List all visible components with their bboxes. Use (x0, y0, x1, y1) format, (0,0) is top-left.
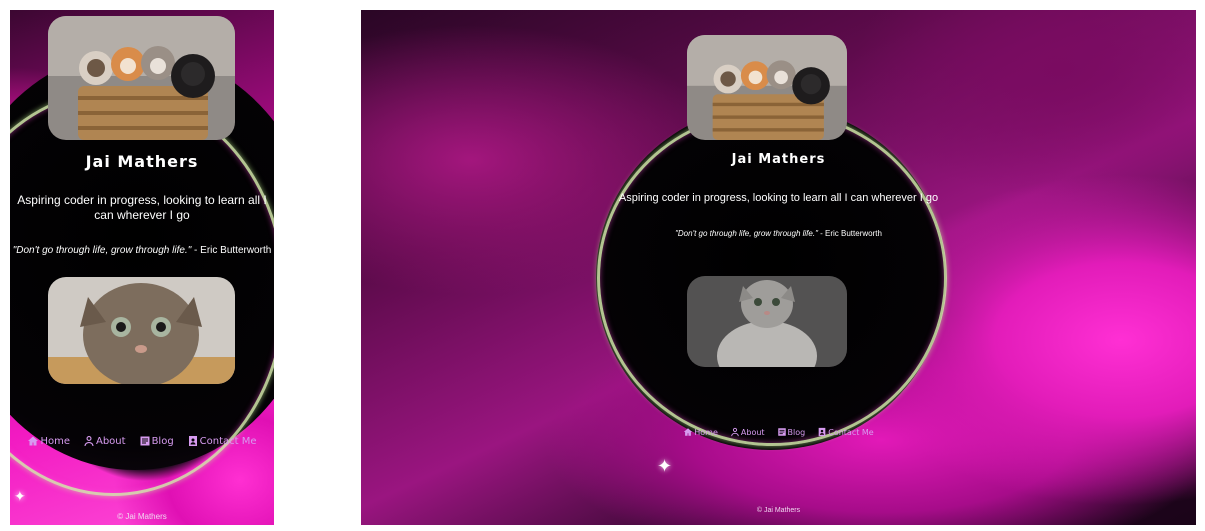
main-nav: Home About Blog Contact Me (10, 435, 274, 447)
nav-item-home[interactable]: Home (683, 427, 718, 437)
nav-item-home[interactable]: Home (27, 435, 70, 447)
kitten-grey-photo (687, 276, 847, 367)
mobile-view: ✦ Jai Mathers Aspiring coder in progress… (10, 10, 274, 525)
kitten-closeup-photo (48, 277, 235, 384)
footer-copyright: © Jai Mathers (117, 512, 167, 521)
profile-quote: "Don't go through life, grow through lif… (10, 245, 274, 256)
profile-bio: Aspiring coder in progress, looking to l… (618, 192, 939, 204)
nav-item-blog[interactable]: Blog (777, 427, 806, 437)
profile-name: Jai Mathers (85, 152, 199, 171)
nav-label: Blog (151, 435, 174, 447)
user-icon (731, 427, 739, 437)
blog-icon (140, 436, 150, 446)
sparkle-decoration: ✦ (657, 456, 673, 477)
nav-label: Home (694, 427, 718, 437)
desktop-view: ✦ Jai Mathers Aspiring coder in progress… (361, 10, 1196, 525)
nav-label: Contact Me (828, 427, 874, 437)
nav-item-about[interactable]: About (730, 427, 765, 437)
main-nav: Home About Blog Contact Me (361, 427, 1196, 437)
kittens-basket-photo (48, 16, 235, 140)
quote-text: "Don't go through life, grow through lif… (675, 229, 818, 238)
footer-copyright: © Jai Mathers (756, 507, 801, 514)
home-icon (28, 436, 39, 446)
nav-label: Blog (787, 427, 806, 437)
blog-icon (777, 428, 786, 436)
nav-label: Home (40, 435, 70, 447)
kittens-basket-photo (687, 35, 847, 140)
nav-label: About (95, 435, 126, 447)
profile-name: Jai Mathers (731, 152, 826, 167)
profile-quote: "Don't go through life, grow through lif… (361, 229, 1196, 238)
contact-icon (188, 436, 197, 446)
nav-item-contact[interactable]: Contact Me (817, 427, 874, 437)
quote-author: - Eric Butterworth (817, 229, 882, 238)
quote-author: - Eric Butterworth (191, 245, 272, 256)
profile-bio: Aspiring coder in progress, looking to l… (17, 193, 267, 222)
contact-icon (818, 427, 826, 437)
quote-text: "Don't go through life, grow through lif… (12, 245, 192, 256)
sparkle-decoration: ✦ (14, 489, 26, 505)
nav-label: About (740, 427, 765, 437)
nav-label: Contact Me (199, 435, 257, 447)
nav-item-contact[interactable]: Contact Me (187, 435, 257, 447)
nav-item-blog[interactable]: Blog (139, 435, 174, 447)
nav-item-about[interactable]: About (83, 435, 126, 447)
user-icon (84, 436, 94, 446)
home-icon (684, 428, 693, 436)
